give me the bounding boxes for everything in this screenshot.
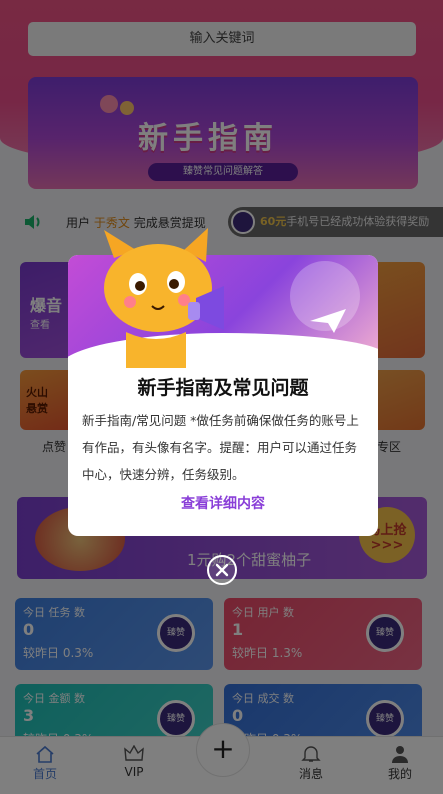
- paper-plane-icon: [310, 309, 346, 333]
- modal-body: 新手指南/常见问题 *做任务前确保做任务的账号上有作品，有头像有名字。提醒：用户…: [82, 413, 359, 482]
- close-modal-button[interactable]: [207, 555, 237, 585]
- close-icon: [215, 563, 229, 577]
- view-details-link[interactable]: 查看详细内容: [68, 493, 378, 513]
- cat-mascot: [104, 228, 224, 368]
- modal-title: 新手指南及常见问题: [137, 377, 309, 399]
